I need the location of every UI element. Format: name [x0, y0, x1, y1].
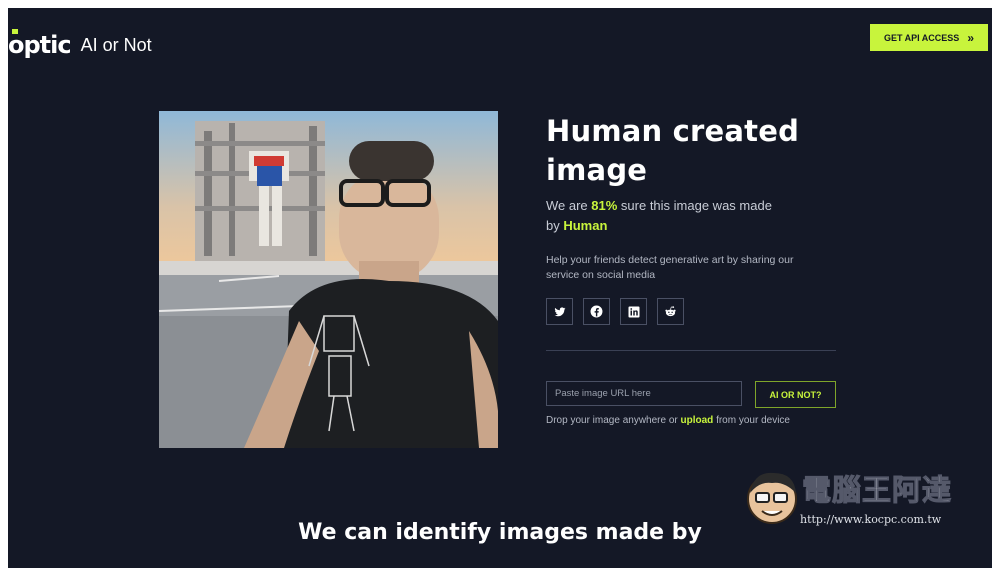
result-title: Human created image	[546, 112, 846, 190]
social-share-buttons	[546, 298, 846, 325]
result-panel: Human created image We are 81% sure this…	[546, 112, 846, 325]
image-url-input[interactable]	[546, 381, 742, 406]
uploaded-photo	[159, 111, 498, 448]
get-api-access-label: GET API ACCESS	[883, 32, 960, 43]
share-facebook-button[interactable]	[583, 298, 610, 325]
double-chevron-right-icon: »	[967, 30, 975, 45]
share-prompt: Help your friends detect generative art …	[546, 254, 794, 281]
ai-or-not-button[interactable]: AI OR NOT?	[755, 381, 836, 408]
reddit-icon	[665, 306, 676, 317]
share-reddit-button[interactable]	[657, 298, 684, 325]
confidence-prefix: We are	[546, 198, 592, 213]
uploaded-image	[159, 111, 498, 448]
section-heading: We can identify images made by	[298, 520, 702, 545]
linkedin-icon	[628, 306, 639, 317]
verdict-prefix: by	[546, 218, 564, 233]
logo-accent-mark	[12, 29, 18, 34]
section-divider	[546, 350, 836, 351]
app-frame: optic AI or Not GET API ACCESS » Human c…	[8, 8, 992, 568]
twitter-icon	[554, 306, 565, 316]
drop-hint-suffix: from your device	[713, 415, 790, 426]
upload-link[interactable]: upload	[681, 415, 714, 426]
logo-text: optic	[8, 31, 72, 59]
confidence-value: 81%	[591, 198, 618, 213]
logo[interactable]: optic AI or Not	[8, 29, 152, 60]
result-title-line2: image	[546, 153, 648, 187]
result-title-line1: Human created	[546, 114, 800, 148]
verdict-value: Human	[563, 218, 608, 233]
logo-wordmark: optic	[8, 29, 72, 59]
confidence-text: We are 81% sure this image was made by H…	[546, 196, 846, 236]
share-twitter-button[interactable]	[546, 298, 573, 325]
logo-subtitle: AI or Not	[80, 34, 152, 55]
drop-hint: Drop your image anywhere or upload from …	[546, 415, 790, 426]
share-linkedin-button[interactable]	[620, 298, 647, 325]
drop-hint-prefix: Drop your image anywhere or	[546, 415, 681, 426]
confidence-middle: sure this image was made	[617, 198, 772, 213]
facebook-icon	[590, 305, 603, 318]
watermark-text: 電腦王阿達	[801, 473, 953, 508]
get-api-access-button[interactable]: GET API ACCESS »	[870, 24, 988, 51]
